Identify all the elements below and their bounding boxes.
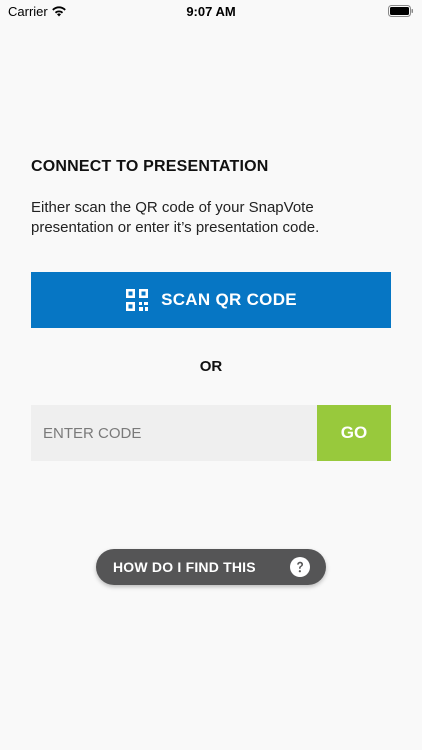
status-bar: Carrier 9:07 AM [0,0,422,24]
or-separator: OR [199,358,223,375]
status-time: 9:07 AM [186,4,236,19]
scan-qr-code-button[interactable]: SCAN QR CODE [31,272,391,328]
scan-qr-code-label: SCAN QR CODE [161,290,297,309]
qr-code-icon [126,289,149,311]
battery-icon [388,5,413,17]
instructions-text: Either scan the QR code of your SnapVote… [31,199,320,236]
how-do-i-find-this-button[interactable]: HOW DO I FIND THIS [96,549,326,585]
question-icon [290,557,310,577]
page-title: CONNECT TO PRESENTATION [31,158,269,175]
presentation-code-input[interactable] [31,405,317,461]
go-button[interactable]: GO [317,405,391,461]
help-button-label: HOW DO I FIND THIS [113,559,256,575]
